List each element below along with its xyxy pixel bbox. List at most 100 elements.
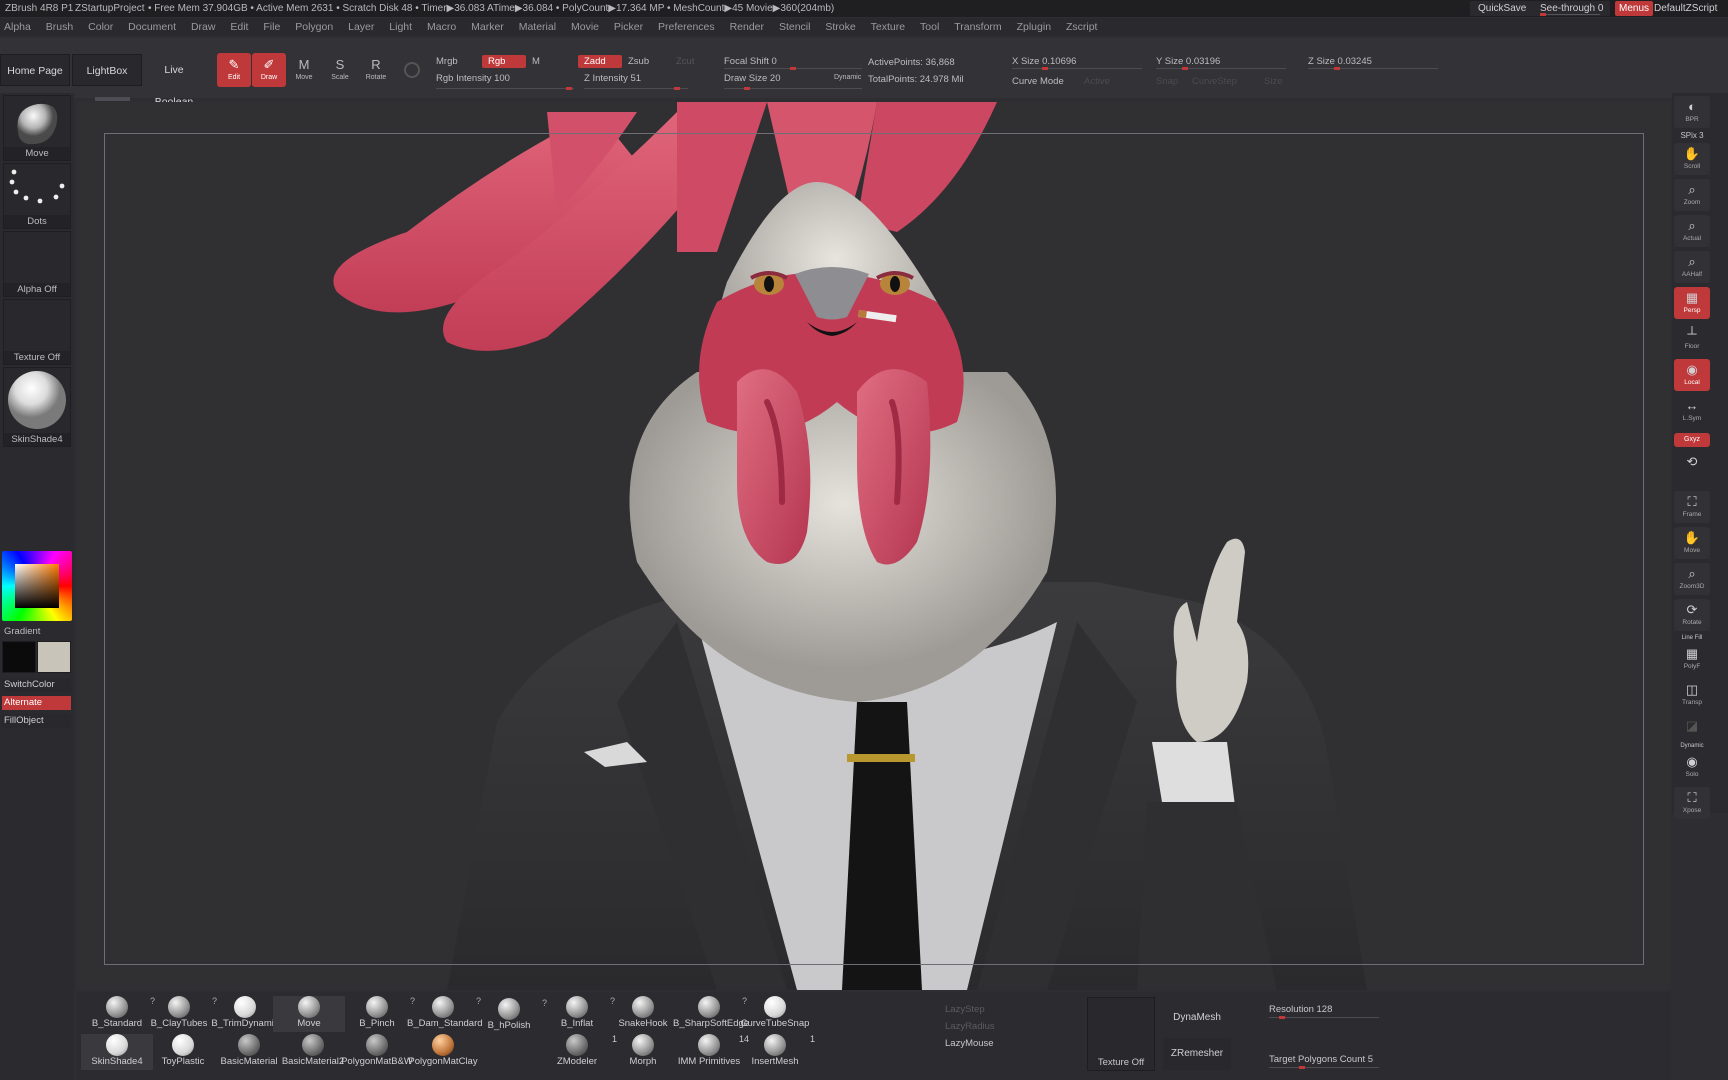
gizmo-toggle-icon[interactable] [404, 62, 420, 78]
rotate-view-button[interactable]: ⟳ Rotate [1674, 599, 1710, 631]
menu-edit[interactable]: Edit [230, 18, 248, 36]
transp-button[interactable]: ◫ Transp [1674, 679, 1710, 711]
rgb-button[interactable]: Rgb [482, 55, 526, 68]
menu-material[interactable]: Material [519, 18, 556, 36]
polyf-button[interactable]: ▦ PolyF [1674, 643, 1710, 675]
aahalf-button[interactable]: ⌕ AAHalf [1674, 251, 1710, 283]
lightbox-button[interactable]: LightBox [72, 54, 142, 86]
x-size-slider[interactable]: X Size 0.10696 [1012, 56, 1076, 67]
lsym-button[interactable]: ↔ L.Sym [1674, 395, 1710, 427]
brush-insertmesh[interactable]: InsertMesh 1 [739, 1034, 815, 1070]
scale-button[interactable]: S Scale [323, 53, 357, 87]
zremesher-button[interactable]: ZRemesher [1163, 1038, 1231, 1070]
menu-file[interactable]: File [263, 18, 280, 36]
asdim-button[interactable]: Active [1084, 76, 1110, 87]
bpr-button[interactable]: ◐ BPR [1674, 96, 1710, 128]
alpha-selector[interactable]: Alpha Off [3, 231, 71, 297]
menu-color[interactable]: Color [88, 18, 113, 36]
color-saturation-square[interactable] [15, 564, 59, 608]
brush-zmodeler[interactable]: ZModeler 1 [541, 1034, 617, 1070]
curve-mode-button[interactable]: Curve Mode [1012, 76, 1064, 87]
zadd-button[interactable]: Zadd [578, 55, 622, 68]
m-button[interactable]: M [532, 56, 540, 67]
brush-imm-primitives[interactable]: IMM Primitives 14 [673, 1034, 749, 1070]
document-scrollbar[interactable] [95, 97, 130, 101]
menu-marker[interactable]: Marker [471, 18, 504, 36]
snap-button[interactable]: Snap [1156, 76, 1178, 87]
brush-snakehook[interactable]: SnakeHook [607, 996, 679, 1032]
brush-b-dam-standard[interactable]: B_Dam_Standard? [407, 996, 483, 1032]
zcut-button[interactable]: Zcut [676, 56, 694, 67]
menu-layer[interactable]: Layer [348, 18, 374, 36]
stroke-selector[interactable]: Dots [3, 163, 71, 229]
brush-b-hpolish[interactable]: B_hPolish? [473, 998, 547, 1034]
material-basicmaterial2[interactable]: BasicMaterial2 [277, 1034, 349, 1070]
brush-b-trimdynamic[interactable]: B_TrimDynamic? [209, 996, 283, 1032]
lazymouse-button[interactable]: LazyMouse [945, 1038, 994, 1049]
axis-rotation-icon[interactable]: ⟲ [1674, 451, 1710, 481]
main-color-swatch[interactable] [2, 641, 36, 673]
persp-button[interactable]: ▦ Persp [1674, 287, 1710, 319]
brush-b-inflat[interactable]: B_Inflat? [541, 996, 615, 1032]
live-boolean-button[interactable]: Live Boolean [144, 54, 204, 108]
brush-morph[interactable]: Morph [607, 1034, 679, 1070]
material-toyplastic[interactable]: ToyPlastic [147, 1034, 219, 1070]
texture-selector[interactable]: Texture Off [3, 299, 71, 365]
dynamic-toggle[interactable]: Dynamic [834, 74, 861, 81]
texture-off-tile[interactable]: Texture Off [1087, 997, 1155, 1071]
resolution-slider[interactable]: Resolution 128 [1269, 1004, 1332, 1015]
menu-zscript[interactable]: Zscript [1066, 18, 1098, 36]
menu-stroke[interactable]: Stroke [825, 18, 855, 36]
brush-move[interactable]: Move [273, 996, 345, 1032]
brush-b-claytubes[interactable]: B_ClayTubes? [143, 996, 217, 1032]
color-picker[interactable] [2, 551, 72, 621]
move-button[interactable]: M Move [287, 53, 321, 87]
move-view-button[interactable]: ✋ Move [1674, 527, 1710, 559]
spix-slider[interactable]: SPix 3 [1674, 131, 1710, 140]
zoom3d-button[interactable]: ⌕ Zoom3D [1674, 563, 1710, 595]
menu-texture[interactable]: Texture [871, 18, 905, 36]
quicksave-button[interactable]: QuickSave [1470, 1, 1535, 16]
size-slider[interactable]: Size [1264, 76, 1282, 87]
zsub-button[interactable]: Zsub [628, 56, 649, 67]
menu-preferences[interactable]: Preferences [658, 18, 715, 36]
secondary-color-swatch[interactable] [37, 641, 71, 673]
edit-button[interactable]: ✎ Edit [217, 53, 251, 87]
brush-b-sharpsoftedge[interactable]: B_SharpSoftEdge? [673, 996, 749, 1032]
floor-button[interactable]: ┴ Floor [1674, 323, 1710, 355]
gradient-label[interactable]: Gradient [4, 626, 40, 637]
z-intensity-slider[interactable]: Z Intensity 51 [584, 73, 641, 84]
target-polygons-slider[interactable]: Target Polygons Count 5 [1269, 1054, 1373, 1065]
document-canvas[interactable] [77, 102, 1671, 990]
brush-b-pinch[interactable]: B_Pinch? [341, 996, 415, 1032]
fill-object-button[interactable]: FillObject [2, 714, 71, 728]
xpose-button[interactable]: ⛶ Xpose [1674, 787, 1710, 819]
rotate-button[interactable]: R Rotate [359, 53, 393, 87]
menu-tool[interactable]: Tool [920, 18, 939, 36]
material-skinshade4[interactable]: SkinShade4 [81, 1034, 153, 1070]
switch-color-button[interactable]: SwitchColor [2, 678, 71, 692]
solo-button[interactable]: ◉ Solo [1674, 751, 1710, 783]
menu-light[interactable]: Light [389, 18, 412, 36]
local-button[interactable]: ◉ Local [1674, 359, 1710, 391]
menu-alpha[interactable]: Alpha [4, 18, 31, 36]
menu-brush[interactable]: Brush [46, 18, 73, 36]
frame-button[interactable]: ⛶ Frame [1674, 491, 1710, 523]
focal-shift-slider[interactable]: Focal Shift 0 [724, 56, 777, 67]
curvestep-slider[interactable]: CurveStep [1192, 76, 1237, 87]
draw-size-slider[interactable]: Draw Size 20 [724, 73, 781, 84]
home-page-button[interactable]: Home Page [0, 54, 70, 86]
menu-zplugin[interactable]: Zplugin [1017, 18, 1051, 36]
menu-draw[interactable]: Draw [191, 18, 216, 36]
rgb-intensity-slider[interactable]: Rgb Intensity 100 [436, 73, 510, 84]
mrgb-button[interactable]: Mrgb [436, 56, 458, 67]
menu-transform[interactable]: Transform [954, 18, 1001, 36]
actual-button[interactable]: ⌕ Actual [1674, 215, 1710, 247]
menu-macro[interactable]: Macro [427, 18, 456, 36]
draw-button[interactable]: ✐ Draw [252, 53, 286, 87]
menus-button[interactable]: Menus [1615, 1, 1654, 16]
brush-curvetubesnap[interactable]: CurveTubeSnap [739, 996, 811, 1032]
material-basicmaterial[interactable]: BasicMaterial [213, 1034, 285, 1070]
menu-stencil[interactable]: Stencil [779, 18, 811, 36]
gxyz-button[interactable]: Gxyz [1674, 433, 1710, 447]
